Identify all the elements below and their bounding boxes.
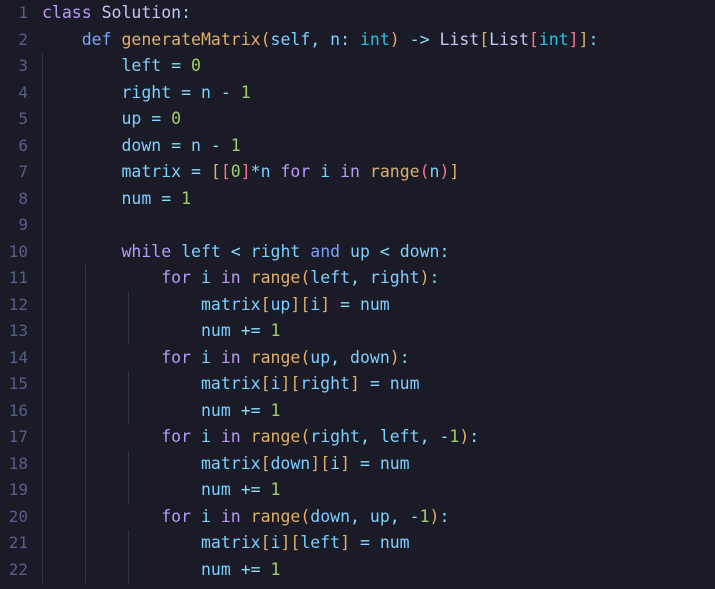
line-number: 10 bbox=[8, 241, 28, 261]
code-text[interactable]: matrix[down][i] = num bbox=[42, 451, 410, 478]
line-number: 16 bbox=[8, 400, 28, 420]
code-text[interactable]: num += 1 bbox=[42, 398, 281, 425]
code-text[interactable]: down = n - 1 bbox=[42, 133, 240, 160]
code-editor[interactable]: 1 class Solution: 2 def generateMatrix(sel… bbox=[0, 0, 715, 589]
code-text[interactable]: matrix[i][right] = num bbox=[42, 371, 420, 398]
line-number: 1 bbox=[18, 3, 28, 22]
code-text[interactable]: num += 1 bbox=[42, 318, 281, 345]
line-number: 13 bbox=[8, 321, 28, 340]
line-number: 21 bbox=[8, 533, 28, 552]
code-text[interactable]: class Solution: bbox=[42, 0, 191, 27]
line-number: 7 bbox=[18, 162, 28, 181]
code-text[interactable]: left = 0 bbox=[42, 53, 201, 80]
code-text[interactable]: matrix[up][i] = num bbox=[42, 292, 390, 319]
line-number: 20 bbox=[8, 506, 28, 526]
line-number: 2 bbox=[18, 29, 28, 49]
line-number: 6 bbox=[18, 135, 28, 155]
code-text[interactable]: for i in range(down, up, -1): bbox=[42, 504, 449, 531]
line-number: 19 bbox=[8, 480, 28, 499]
code-text[interactable]: right = n - 1 bbox=[42, 80, 250, 107]
code-text[interactable]: num += 1 bbox=[42, 557, 281, 584]
code-text[interactable]: for i in range(up, down): bbox=[42, 345, 409, 372]
code-text[interactable]: for i in range(left, right): bbox=[42, 265, 439, 292]
line-number: 9 bbox=[18, 215, 28, 234]
code-text[interactable]: def generateMatrix(self, n: int) -> List… bbox=[42, 27, 599, 54]
code-text[interactable]: matrix[i][left] = num bbox=[42, 530, 410, 557]
code-text[interactable]: num = 1 bbox=[42, 186, 191, 213]
line-number: 3 bbox=[18, 56, 28, 75]
line-number: 5 bbox=[18, 109, 28, 128]
line-number: 22 bbox=[8, 559, 28, 579]
line-number: 17 bbox=[8, 427, 28, 446]
code-text[interactable]: up = 0 bbox=[42, 106, 181, 133]
line-number: 12 bbox=[8, 294, 28, 314]
line-number: 18 bbox=[8, 453, 28, 473]
code-text[interactable]: num += 1 bbox=[42, 477, 281, 504]
line-number: 14 bbox=[8, 347, 28, 367]
line-number: 11 bbox=[8, 268, 28, 287]
line-number: 8 bbox=[18, 188, 28, 208]
line-number: 4 bbox=[18, 82, 28, 102]
code-text[interactable]: while left < right and up < down: bbox=[42, 239, 449, 266]
code-text[interactable]: for i in range(right, left, -1): bbox=[42, 424, 479, 451]
line-number: 15 bbox=[8, 374, 28, 393]
code-lines-container[interactable]: 1 class Solution: 2 def generateMatrix(sel… bbox=[0, 0, 715, 583]
code-text[interactable]: matrix = [[0]*n for i in range(n)] bbox=[42, 159, 459, 186]
